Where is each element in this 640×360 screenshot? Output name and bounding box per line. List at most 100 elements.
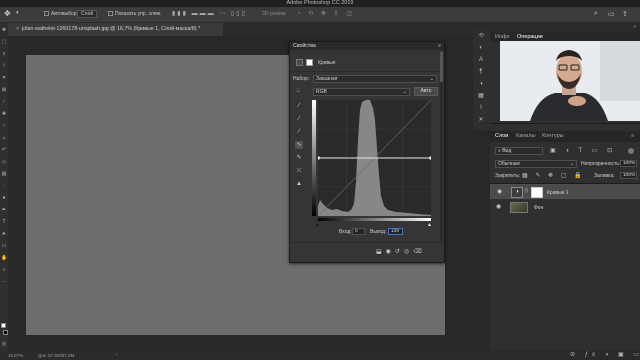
dodge-icon[interactable]: ● — [1, 195, 7, 201]
curves-graph[interactable] — [316, 99, 433, 217]
chain-link-icon[interactable]: § — [525, 188, 528, 195]
auto-button[interactable]: Авто — [414, 87, 438, 96]
close-tab-icon[interactable]: × — [16, 26, 19, 32]
black-point-slider-icon[interactable]: ▲ — [315, 222, 320, 228]
visibility-icon[interactable]: ◎ — [404, 249, 413, 255]
view-previous-icon[interactable]: ◉ — [386, 249, 395, 255]
panel-scrollbar[interactable] — [440, 52, 443, 242]
properties-header[interactable]: Свойства ≡ — [290, 42, 444, 50]
brush-icon[interactable]: ∕ — [1, 123, 7, 129]
quick-mask-icon[interactable]: ◎ — [1, 341, 7, 347]
preset-select[interactable]: Заказная ⌄ — [313, 75, 437, 83]
move-tool-icon[interactable]: ✥ — [4, 9, 11, 18]
adjustments-icon[interactable]: ◑ — [477, 80, 485, 88]
type-icon[interactable]: T — [1, 219, 7, 225]
clipping-warning-icon[interactable]: ▲ — [295, 180, 303, 188]
blur-icon[interactable]: ◦ — [1, 183, 7, 189]
stamp-icon[interactable]: ⊥ — [1, 135, 7, 141]
smooth-icon[interactable]: ⤫ — [295, 167, 303, 175]
zoom-icon[interactable]: ⌕ — [1, 267, 7, 273]
brushes-icon[interactable]: ⌇ — [477, 104, 485, 112]
eye-icon[interactable]: ◉ — [496, 204, 503, 210]
tool-preset-chevron-icon[interactable]: ▾ — [16, 10, 19, 16]
white-point-slider-icon[interactable]: ▲ — [427, 222, 432, 228]
zoom-level[interactable]: 16,67% — [8, 353, 23, 358]
workspace-icon[interactable]: ▭ — [608, 10, 615, 18]
search-icon[interactable]: ⌕ — [594, 10, 598, 18]
background-thumbnail[interactable] — [510, 202, 528, 213]
target-adjust-icon[interactable]: ☟ — [294, 88, 302, 96]
gradient-icon[interactable]: ▤ — [1, 171, 7, 177]
layer-row-background[interactable]: ◉ Фон — [490, 200, 640, 215]
healing-icon[interactable]: ✚ — [1, 111, 7, 117]
curve-point-icon[interactable]: ∿ — [295, 141, 303, 149]
eye-icon[interactable]: ◉ — [497, 189, 504, 195]
styles-icon[interactable]: ✕ — [477, 116, 485, 124]
layers-actions[interactable]: ⊘ ƒx ◑ ▣ ▭ ⌫ — [570, 351, 640, 358]
gray-eyedropper-icon[interactable]: ⁄ — [295, 115, 303, 123]
layer-mask-icon[interactable] — [306, 59, 313, 66]
crop-icon[interactable]: ⌗ — [1, 75, 7, 81]
more-tools-icon[interactable]: ⋯ — [1, 279, 7, 285]
hand-icon[interactable]: ✋ — [1, 255, 7, 261]
curves-adjustment-icon[interactable] — [296, 59, 303, 66]
curves-graph-svg[interactable] — [316, 99, 433, 217]
autoselect-dropdown[interactable]: Слой — [77, 10, 98, 18]
mask-thumbnail[interactable] — [531, 187, 543, 198]
adjustment-thumbnail[interactable]: ◑ — [511, 187, 523, 198]
scrollbar-thumb[interactable] — [440, 52, 443, 82]
output-field[interactable]: 128 — [388, 228, 403, 235]
show-transform-option[interactable]: Показать упр. элем. — [108, 11, 161, 17]
autoselect-option[interactable]: Автовыбор: — [44, 11, 78, 17]
blend-mode-select[interactable]: Обычные ⌄ — [495, 160, 577, 168]
share-icon[interactable]: ⇪ — [622, 10, 628, 18]
eraser-icon[interactable]: ◇ — [1, 159, 7, 165]
filter-icons[interactable]: ▣ ◑ T ▭ ⊡ — [550, 147, 616, 154]
pencil-icon[interactable]: ✎ — [295, 154, 303, 162]
curve-point-left[interactable] — [316, 156, 320, 160]
history-brush-icon[interactable]: ↶ — [1, 147, 7, 153]
layer-kind-filter[interactable]: ⌕ Вид — [495, 147, 543, 155]
shape-icon[interactable]: ▭ — [1, 243, 7, 249]
tab-actions[interactable]: Операции — [517, 34, 543, 40]
tab-layers[interactable]: Слои — [495, 133, 508, 139]
clip-to-layer-icon[interactable]: ⬓ — [376, 249, 386, 255]
document-tab[interactable]: × jolan-wathelet-1260178-unsplash.jpg @ 1… — [8, 23, 223, 36]
libraries-icon[interactable]: ▦ — [477, 92, 485, 100]
path-select-icon[interactable]: ➤ — [1, 231, 7, 237]
tab-channels[interactable]: Каналы — [516, 133, 536, 139]
align-buttons-group[interactable]: ▮▮▮ ▬▬▬ ⋯ ▯▯▯ — [172, 10, 247, 17]
foreground-color-swatch[interactable] — [1, 323, 6, 328]
quick-select-icon[interactable]: ⌇ — [1, 63, 7, 69]
tab-info[interactable]: Инфо — [495, 34, 510, 40]
layer-row-curves[interactable]: ◉ ◑ § Кривые 1 — [490, 184, 640, 199]
tab-paths[interactable]: Контуры — [542, 133, 564, 139]
black-eyedropper-icon[interactable]: ⁄ — [295, 102, 303, 110]
mode-3d-icons[interactable]: ◔ ⟲ ✥ ⇕ ◫ — [297, 10, 355, 17]
character-icon[interactable]: A — [477, 56, 485, 64]
color-icon[interactable]: ◐ — [477, 44, 485, 52]
paragraph-icon[interactable]: ¶ — [477, 68, 485, 76]
show-transform-checkbox[interactable] — [108, 11, 113, 17]
move-icon[interactable]: ✥ — [1, 27, 7, 33]
autoselect-checkbox[interactable] — [44, 11, 49, 17]
status-menu-chevron-icon[interactable]: › — [116, 352, 118, 357]
white-eyedropper-icon[interactable]: ⁄ — [295, 128, 303, 136]
input-field[interactable]: 0 — [352, 228, 365, 235]
opacity-field[interactable]: 100% — [620, 160, 637, 167]
trash-icon[interactable]: ⌫ — [413, 249, 425, 255]
channel-select[interactable]: RGB ⌄ — [313, 88, 410, 96]
marquee-icon[interactable]: ⬚ — [1, 39, 7, 45]
history-icon[interactable]: ⟲ — [477, 32, 485, 40]
filter-toggle[interactable] — [628, 148, 634, 154]
lock-icons[interactable]: ▦ ✎ ✥ ▢ 🔒 — [522, 172, 585, 179]
pen-icon[interactable]: ✒ — [1, 207, 7, 213]
collapse-icon[interactable]: » — [633, 24, 636, 30]
reset-icon[interactable]: ↺ — [395, 249, 404, 255]
layer-name[interactable]: Кривые 1 — [547, 190, 569, 197]
panel-bottom-actions[interactable]: ⬓◉↺◎⌫ — [376, 248, 426, 255]
eyedropper-icon[interactable]: ⁄ — [1, 99, 7, 105]
layer-name[interactable]: Фон — [534, 205, 543, 211]
panel-menu-icon[interactable]: ≡ — [438, 43, 441, 49]
lasso-icon[interactable]: ↄ — [1, 51, 7, 57]
